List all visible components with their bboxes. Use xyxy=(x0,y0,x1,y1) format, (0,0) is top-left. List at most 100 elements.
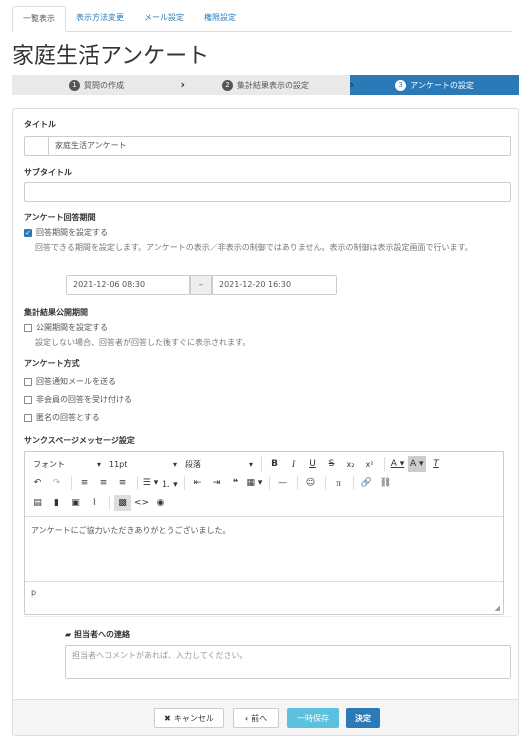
title-input[interactable]: 家庭生活アンケート xyxy=(48,136,511,156)
superscript-icon[interactable]: x² xyxy=(361,456,378,472)
tab-permissions[interactable]: 権限設定 xyxy=(194,6,246,32)
comment-icon: ▰ xyxy=(65,630,72,639)
checkbox-box xyxy=(24,323,32,332)
method-option-label: 匿名の回答とする xyxy=(36,413,100,422)
divider xyxy=(24,616,511,617)
method-option-label: 回答通知メールを送る xyxy=(36,377,116,386)
underline-icon[interactable]: U xyxy=(304,456,321,472)
editor-toolbar-row-2: ↶ ↷ ≡ ≡ ≡ ☰ ▾ ⒈ ▾ ⇤ ⇥ ❝ ▦ ▾ — ☺ π 🔗 ⛓ xyxy=(25,473,503,493)
numbered-list-icon[interactable]: ⒈ ▾ xyxy=(161,475,178,491)
image-icon[interactable]: ▣ xyxy=(67,495,84,511)
step-label: アンケートの設定 xyxy=(410,80,474,90)
check-icon: ✓ xyxy=(24,228,32,237)
method-anonymous-checkbox[interactable]: 匿名の回答とする xyxy=(24,412,100,423)
undo-icon[interactable]: ↶ xyxy=(29,475,46,491)
method-label: アンケート方式 xyxy=(24,359,80,368)
paperclip-icon[interactable]: ⌇ xyxy=(86,495,103,511)
indent-icon[interactable]: ⇥ xyxy=(208,475,225,491)
emoji-icon[interactable]: ☺ xyxy=(302,475,319,491)
toolbar-separator xyxy=(325,476,326,490)
clear-format-icon[interactable]: T xyxy=(428,456,445,472)
link-icon[interactable]: 🔗 xyxy=(358,475,375,491)
toolbar-separator xyxy=(71,476,72,490)
pi-symbol-icon[interactable]: π xyxy=(330,475,347,491)
font-size-select[interactable]: 11pt ▾ xyxy=(105,456,181,472)
subtitle-label: サブタイトル xyxy=(24,168,72,177)
align-right-icon[interactable]: ≡ xyxy=(114,475,131,491)
media-icon[interactable]: ▤ xyxy=(29,495,46,511)
editor-content[interactable]: アンケートにご協力いただきありがとうございました。 xyxy=(25,516,503,582)
result-period-checkbox[interactable]: 公開期間を設定する xyxy=(24,322,108,333)
toolbar-separator xyxy=(109,496,110,510)
cancel-button[interactable]: ✖ キャンセル xyxy=(154,708,224,728)
result-period-label: 集計結果公開期間 xyxy=(24,308,88,317)
paragraph-format-value: 段落 xyxy=(185,459,201,469)
toolbar-separator xyxy=(384,457,385,471)
temporary-save-button[interactable]: 一時保存 xyxy=(287,708,339,728)
bold-icon[interactable]: B xyxy=(266,456,283,472)
period-from-input[interactable]: 2021-12-06 08:30 xyxy=(66,275,190,295)
toolbar-separator xyxy=(269,476,270,490)
tab-list-view[interactable]: 一覧表示 xyxy=(12,6,66,32)
submit-button[interactable]: 決定 xyxy=(346,708,380,728)
method-notify-mail-checkbox[interactable]: 回答通知メールを送る xyxy=(24,376,116,387)
caret-down-icon: ▾ xyxy=(96,459,101,469)
toolbar-separator xyxy=(261,457,262,471)
preview-eye-icon[interactable]: ◉ xyxy=(152,495,169,511)
paragraph-format-select[interactable]: 段落 ▾ xyxy=(181,456,257,472)
align-center-icon[interactable]: ≡ xyxy=(95,475,112,491)
period-to-input[interactable]: 2021-12-20 16:30 xyxy=(212,275,337,295)
title-color-picker[interactable] xyxy=(24,136,48,156)
editor-toolbar-row-3: ▤ ▮ ▣ ⌇ ▩ <> ◉ xyxy=(25,493,503,513)
code-icon[interactable]: <> xyxy=(133,495,150,511)
period-checkbox[interactable]: ✓ 回答期間を設定する xyxy=(24,227,108,238)
toolbar-separator xyxy=(297,476,298,490)
step-label: 集計結果表示の設定 xyxy=(237,80,309,90)
paste-icon[interactable]: ▩ xyxy=(114,495,131,511)
step-number: 1 xyxy=(69,79,80,91)
editor-toolbar-row-1: フォント ▾ 11pt ▾ 段落 ▾ B I U S x₂ x² A ▾ A ▾… xyxy=(25,454,503,474)
thanks-label: サンクスページメッセージ設定 xyxy=(24,436,135,445)
tab-bar: 一覧表示 表示方法変更 メール設定 権限設定 xyxy=(12,6,512,32)
step-result-display[interactable]: 2 集計結果表示の設定 › xyxy=(181,75,354,95)
outdent-icon[interactable]: ⇤ xyxy=(189,475,206,491)
background-color-icon[interactable]: A ▾ xyxy=(408,456,426,472)
toolbar-separator xyxy=(137,476,138,490)
tab-display-method[interactable]: 表示方法変更 xyxy=(66,6,134,32)
horizontal-rule-icon[interactable]: — xyxy=(274,475,291,491)
step-survey-settings[interactable]: 3 アンケートの設定 xyxy=(350,75,519,95)
strikethrough-icon[interactable]: S xyxy=(323,456,340,472)
back-button[interactable]: ‹ 前へ xyxy=(233,708,279,728)
method-non-member-checkbox[interactable]: 非会員の回答を受け付ける xyxy=(24,394,132,405)
checkbox-box xyxy=(24,377,32,386)
contact-comment-textarea[interactable]: 担当者へコメントがあれば、入力してください。 xyxy=(65,645,511,679)
settings-panel: タイトル 家庭生活アンケート サブタイトル アンケート回答期間 ✓ 回答期間を設… xyxy=(12,108,519,736)
form-footer: ✖ キャンセル ‹ 前へ 一時保存 決定 xyxy=(13,699,518,735)
chevron-right-icon: › xyxy=(349,78,354,91)
italic-icon[interactable]: I xyxy=(285,456,302,472)
redo-icon[interactable]: ↷ xyxy=(48,475,65,491)
table-icon[interactable]: ▦ ▾ xyxy=(246,475,263,491)
step-progress: 1 質問の作成 › 2 集計結果表示の設定 › 3 アンケートの設定 xyxy=(12,75,519,95)
unlink-icon[interactable]: ⛓ xyxy=(377,475,394,491)
editor-status-path: p xyxy=(31,588,37,597)
result-help: 設定しない場合、回答者が回答した後すぐに表示されます。 xyxy=(35,338,251,347)
step-create-questions[interactable]: 1 質問の作成 › xyxy=(12,75,185,95)
resize-handle-icon[interactable]: ◢ xyxy=(495,604,500,612)
subscript-icon[interactable]: x₂ xyxy=(342,456,359,472)
period-separator: – xyxy=(190,275,212,295)
blockquote-icon[interactable]: ❝ xyxy=(227,475,244,491)
font-family-value: フォント xyxy=(33,459,65,469)
toolbar-separator xyxy=(353,476,354,490)
trash-icon[interactable]: ▮ xyxy=(48,495,65,511)
font-family-select[interactable]: フォント ▾ xyxy=(29,456,105,472)
tab-mail-settings[interactable]: メール設定 xyxy=(134,6,194,32)
subtitle-input[interactable] xyxy=(24,182,511,202)
toolbar-separator xyxy=(184,476,185,490)
text-color-icon[interactable]: A ▾ xyxy=(389,456,406,472)
align-left-icon[interactable]: ≡ xyxy=(76,475,93,491)
chevron-right-icon: › xyxy=(180,78,185,91)
bullet-list-icon[interactable]: ☰ ▾ xyxy=(142,475,159,491)
chevron-left-icon: ‹ xyxy=(244,713,249,723)
contact-label: ▰ 担当者への連絡 xyxy=(65,629,130,640)
